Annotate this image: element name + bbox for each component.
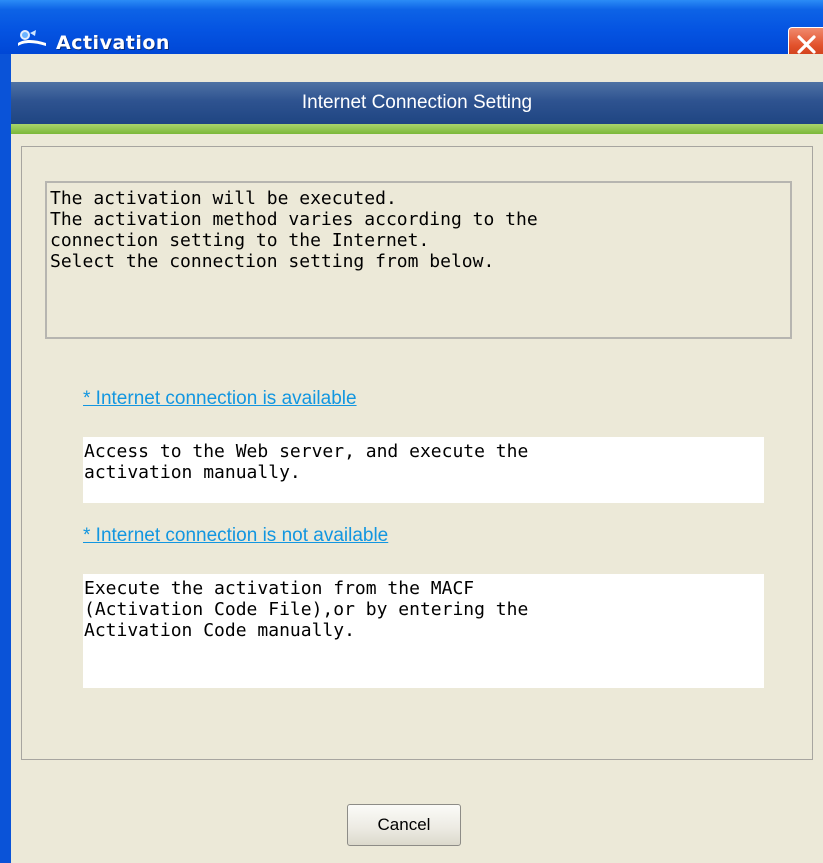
internet-not-available-link[interactable]: * Internet connection is not available — [83, 525, 388, 547]
intro-line: The activation method varies according t… — [50, 209, 538, 230]
activation-app-icon — [16, 27, 48, 49]
description-line: Access to the Web server, and execute th… — [84, 441, 529, 462]
cancel-button[interactable]: Cancel — [347, 804, 461, 846]
dialog-client-area: Internet Connection Setting The activati… — [11, 54, 823, 863]
intro-line: connection setting to the Internet. — [50, 230, 430, 251]
banner-title: Internet Connection Setting — [301, 92, 533, 113]
description-line: activation manually. — [84, 462, 301, 483]
intro-line: Select the connection setting from below… — [50, 251, 495, 272]
internet-available-link[interactable]: * Internet connection is available — [83, 388, 357, 410]
intro-line: The activation will be executed. — [50, 188, 397, 209]
accent-bar — [11, 124, 823, 134]
description-line: (Activation Code File),or by entering th… — [84, 599, 529, 620]
description-line: Activation Code manually. — [84, 620, 355, 641]
intro-message: The activation will be executed. The act… — [45, 181, 792, 339]
internet-not-available-description: Execute the activation from the MACF (Ac… — [83, 574, 764, 688]
window-title: Activation — [56, 32, 170, 54]
connection-panel: The activation will be executed. The act… — [21, 146, 813, 760]
section-banner: Internet Connection Setting — [11, 82, 823, 124]
title-bar[interactable]: Activation — [0, 0, 823, 61]
internet-available-description: Access to the Web server, and execute th… — [83, 437, 764, 503]
description-line: Execute the activation from the MACF — [84, 578, 475, 599]
close-icon — [797, 35, 816, 54]
activation-window: Activation Internet Connection Setting T… — [0, 0, 823, 863]
